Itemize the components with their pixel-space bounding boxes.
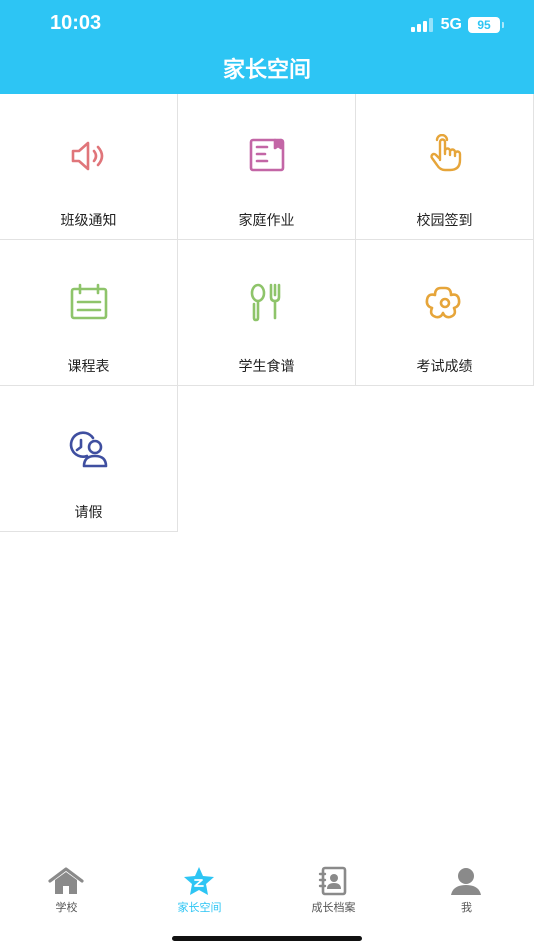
tab-label: 家长空间 — [177, 901, 222, 914]
grid-item-label: 请假 — [74, 505, 103, 521]
battery-icon: 95 — [468, 17, 504, 33]
network-type: 5G — [440, 16, 462, 33]
tab-growth-record[interactable]: 成长档案 — [267, 858, 400, 918]
tab-parent-space[interactable]: 家长空间 — [133, 858, 266, 918]
status-time: 10:03 — [50, 12, 102, 34]
leave-clock-user-icon — [67, 426, 111, 470]
homework-icon — [245, 134, 289, 178]
star-icon — [181, 866, 217, 896]
hand-tap-icon — [423, 134, 467, 178]
grid-item-label: 课程表 — [67, 359, 110, 375]
status-bar: 10:03 5G 95 — [0, 0, 534, 50]
speaker-icon — [67, 134, 111, 178]
tab-me[interactable]: 我 — [400, 858, 533, 918]
grid-item-timetable[interactable]: 课程表 — [0, 240, 178, 386]
home-indicator[interactable] — [172, 936, 362, 941]
page-title: 家长空间 — [222, 58, 311, 83]
home-icon — [48, 866, 84, 896]
tab-label: 成长档案 — [311, 901, 356, 914]
signal-icon — [410, 18, 433, 32]
tab-label: 我 — [461, 901, 472, 914]
bottom-tab-bar: 学校 家长空间 成长档案 我 — [0, 858, 534, 918]
battery-level: 95 — [477, 18, 491, 32]
grid-item-label: 家庭作业 — [238, 213, 295, 229]
calendar-icon — [67, 280, 111, 324]
grid-item-leave[interactable]: 请假 — [0, 386, 178, 532]
grid-item-class-notice[interactable]: 班级通知 — [0, 94, 178, 240]
grid-item-homework[interactable]: 家庭作业 — [178, 94, 356, 240]
tab-label: 学校 — [55, 901, 78, 914]
tab-school[interactable]: 学校 — [0, 858, 133, 918]
status-indicators: 5G 95 — [410, 15, 504, 35]
utensils-icon — [245, 280, 289, 324]
grid-item-exam-scores[interactable]: 考试成绩 — [356, 240, 534, 386]
grid-item-check-in[interactable]: 校园签到 — [356, 94, 534, 240]
grid-item-label: 学生食谱 — [238, 359, 295, 375]
grid-item-label: 考试成绩 — [416, 359, 473, 375]
flower-icon — [423, 280, 467, 324]
grid-item-label: 校园签到 — [416, 213, 473, 229]
profile-book-icon — [315, 866, 351, 896]
grid-item-label: 班级通知 — [60, 213, 117, 229]
app-header: 10:03 5G 95 家长空间 — [0, 0, 534, 94]
user-icon — [448, 866, 484, 896]
grid-item-menu[interactable]: 学生食谱 — [178, 240, 356, 386]
